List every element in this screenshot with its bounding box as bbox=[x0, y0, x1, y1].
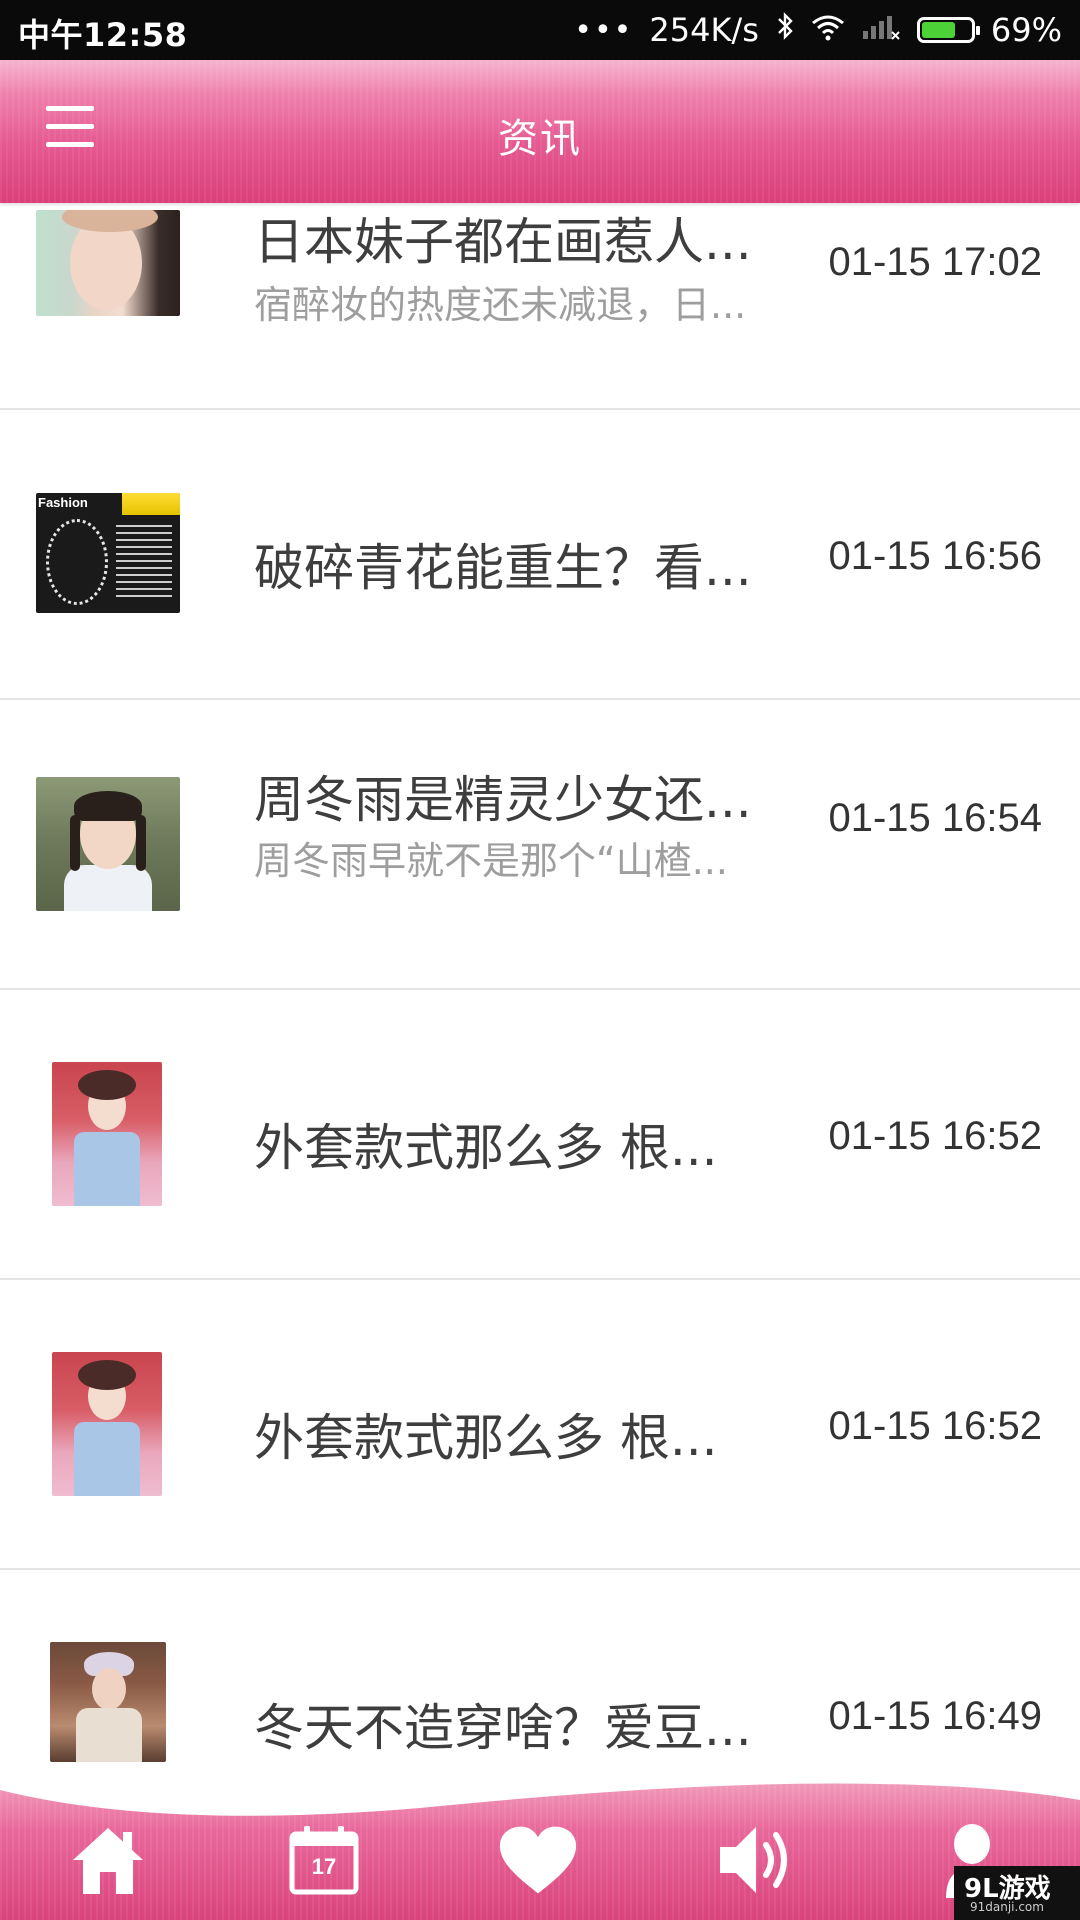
news-title: 外套款式那么多 根... bbox=[254, 1119, 718, 1177]
news-title: 破碎青花能重生？看... bbox=[254, 539, 752, 597]
battery-percent: 69% bbox=[990, 11, 1062, 49]
calendar-day-label: 17 bbox=[311, 1854, 337, 1879]
news-item[interactable]: 周冬雨是精灵少女还... 周冬雨早就不是那个“山楂... 01-15 16:54 bbox=[0, 700, 1080, 990]
thumbnail-hair bbox=[62, 210, 158, 232]
speaker-icon[interactable] bbox=[716, 1820, 796, 1900]
thumbnail-necklace bbox=[46, 519, 108, 605]
status-time: 中午12:58 bbox=[18, 16, 188, 54]
news-summary: 宿醉妆的热度还未减退，日... bbox=[254, 283, 747, 327]
news-thumbnail bbox=[36, 777, 180, 911]
signal-icon bbox=[861, 11, 901, 49]
home-icon[interactable] bbox=[68, 1820, 148, 1900]
news-time: 01-15 16:54 bbox=[828, 796, 1042, 840]
news-thumbnail bbox=[52, 1352, 162, 1496]
watermark-url: 91danji.com bbox=[970, 1900, 1044, 1914]
thumbnail-stripe bbox=[122, 493, 180, 515]
news-time: 01-15 16:52 bbox=[828, 1404, 1042, 1448]
app-header: 资讯 bbox=[0, 60, 1080, 203]
thumbnail-dress bbox=[74, 1422, 140, 1496]
thumbnail-hair bbox=[78, 1070, 136, 1100]
thumbnail-hair bbox=[78, 1360, 136, 1390]
news-item[interactable]: Fashion 破碎青花能重生？看... 01-15 16:56 bbox=[0, 410, 1080, 700]
battery-icon bbox=[916, 17, 980, 43]
news-thumbnail bbox=[52, 1062, 162, 1206]
bluetooth-icon bbox=[775, 11, 795, 49]
thumbnail-coat bbox=[76, 1708, 142, 1762]
watermark: 9L游戏 91danji.com bbox=[954, 1866, 1080, 1920]
thumbnail-caption: Fashion bbox=[38, 495, 88, 510]
more-dots-icon: ••• bbox=[574, 12, 634, 48]
page-title: 资讯 bbox=[498, 116, 582, 162]
news-time: 01-15 16:56 bbox=[828, 534, 1042, 578]
news-time: 01-15 17:02 bbox=[828, 240, 1042, 284]
thumbnail-face bbox=[92, 1668, 126, 1710]
heart-icon[interactable] bbox=[498, 1820, 578, 1900]
news-title: 日本妹子都在画惹人... bbox=[254, 213, 752, 271]
thumbnail-braid bbox=[136, 815, 146, 871]
thumbnail-dress bbox=[74, 1132, 140, 1206]
wifi-icon bbox=[811, 11, 845, 49]
network-speed: 254K/s bbox=[649, 11, 759, 49]
battery-level bbox=[921, 22, 955, 38]
news-summary: 周冬雨早就不是那个“山楂... bbox=[254, 839, 728, 883]
news-item[interactable]: 外套款式那么多 根... 01-15 16:52 bbox=[0, 1280, 1080, 1570]
status-indicators: ••• 254K/s 69% bbox=[574, 0, 1062, 60]
news-thumbnail bbox=[50, 1642, 166, 1762]
thumbnail-shirt bbox=[64, 865, 152, 911]
calendar-icon[interactable]: 17 bbox=[284, 1820, 364, 1900]
news-list[interactable]: 日本妹子都在画惹人... 宿醉妆的热度还未减退，日... 01-15 17:02… bbox=[0, 118, 1080, 1920]
news-title: 冬天不造穿啥？爱豆... bbox=[254, 1699, 752, 1757]
thumbnail-hair bbox=[74, 791, 142, 821]
news-title: 外套款式那么多 根... bbox=[254, 1409, 718, 1467]
news-thumbnail bbox=[36, 210, 180, 316]
thumbnail-braid bbox=[70, 815, 80, 871]
status-bar: 中午12:58 ••• 254K/s 69% bbox=[0, 0, 1080, 60]
news-time: 01-15 16:49 bbox=[828, 1694, 1042, 1738]
news-time: 01-15 16:52 bbox=[828, 1114, 1042, 1158]
news-item[interactable]: 外套款式那么多 根... 01-15 16:52 bbox=[0, 990, 1080, 1280]
thumbnail-text-block bbox=[116, 525, 172, 601]
news-title: 周冬雨是精灵少女还... bbox=[254, 771, 752, 829]
bottom-nav: 17 bbox=[0, 1760, 1080, 1920]
news-thumbnail: Fashion bbox=[36, 493, 180, 613]
